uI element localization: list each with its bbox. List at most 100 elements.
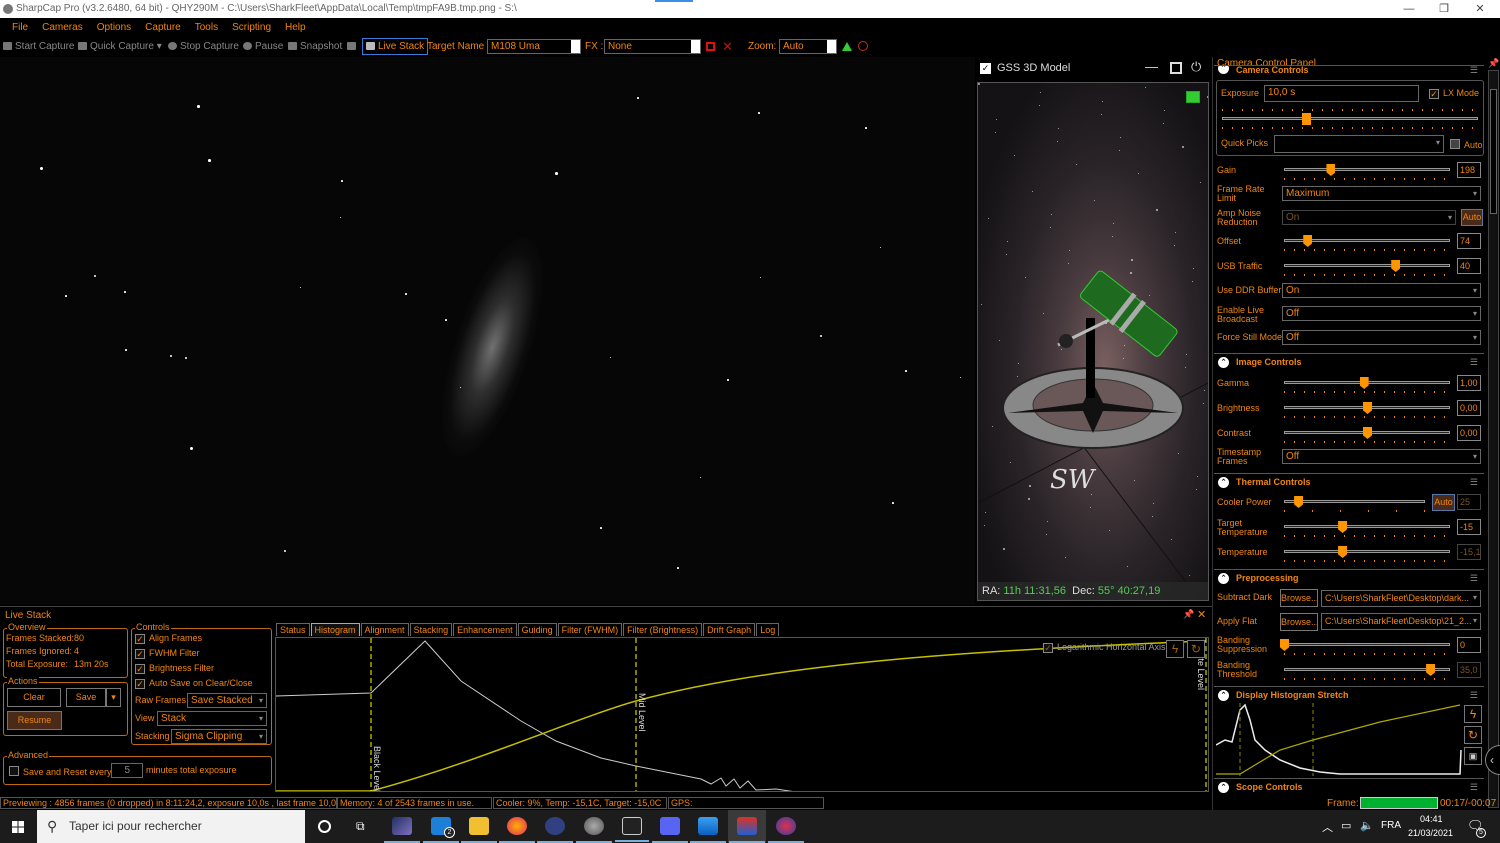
menu-scripting[interactable]: Scripting [225, 18, 278, 37]
resume-button[interactable]: Resume [7, 711, 62, 730]
quick-capture-button[interactable]: Quick Capture ▾ [78, 37, 162, 56]
reset-icon[interactable]: ↻ [1464, 726, 1482, 744]
menu-options[interactable]: Options [90, 18, 138, 37]
minimize-icon[interactable]: — [1145, 59, 1158, 74]
volume-icon[interactable]: 🔈 [1360, 819, 1374, 832]
section-camera-controls[interactable]: ⌃ Camera Controls ☰ [1214, 65, 1484, 75]
minimize-button[interactable]: — [1394, 0, 1424, 18]
mount-3d-view[interactable]: SW RA: 11h 11:31,56 Dec: 55° 40:27,19 [977, 82, 1209, 601]
collapse-icon[interactable]: ⌃ [1218, 357, 1229, 368]
menu-icon[interactable]: ☰ [1470, 474, 1478, 490]
target-temperature-slider[interactable] [1284, 521, 1450, 537]
quick-picks-select[interactable] [1274, 135, 1444, 153]
menu-icon[interactable]: ☰ [1470, 687, 1478, 703]
tab-status[interactable]: Status [276, 623, 310, 636]
clock-time[interactable]: 04:41 [1420, 814, 1443, 824]
amp-noise-select[interactable]: On [1282, 210, 1456, 225]
tab-guiding[interactable]: Guiding [517, 623, 557, 636]
checkbox[interactable]: ✓ [135, 664, 145, 674]
slider-thumb[interactable] [1302, 113, 1312, 125]
force-still-select[interactable]: Off [1282, 330, 1481, 345]
brightness-value[interactable]: 0,00 [1457, 400, 1481, 416]
dark-browse-button[interactable]: Browse... [1280, 589, 1318, 607]
reset-icon[interactable]: ↻ [1187, 640, 1205, 658]
cooler-auto-button[interactable]: Auto [1432, 494, 1455, 511]
network-icon[interactable]: ▭ [1341, 819, 1351, 832]
stellarium-icon[interactable] [384, 817, 420, 843]
fwhm-filter-checkbox[interactable]: ✓ FWHM Filter [135, 649, 200, 659]
display-icon[interactable] [347, 37, 359, 56]
histogram-icon[interactable] [842, 42, 852, 51]
slider-thumb[interactable] [1338, 521, 1348, 533]
offset-slider[interactable] [1284, 235, 1450, 251]
slider-thumb[interactable] [1426, 664, 1436, 676]
banding-threshold-slider[interactable] [1284, 664, 1450, 680]
auto-checkbox[interactable]: Auto [1450, 139, 1483, 150]
usb-traffic-value[interactable]: 40 [1457, 258, 1481, 274]
checkbox[interactable] [9, 766, 19, 776]
lx-mode-checkbox[interactable]: ✓ LX Mode [1429, 89, 1479, 99]
mail-icon[interactable]: 2 [423, 817, 459, 843]
banding-suppression-slider[interactable] [1280, 639, 1450, 655]
tab-enhancement[interactable]: Enhancement [453, 623, 517, 636]
brightness-slider[interactable] [1284, 402, 1450, 418]
stop-capture-button[interactable]: Stop Capture [168, 37, 239, 56]
sharpcap-taskbar-active[interactable] [728, 810, 766, 843]
target-temperature-value[interactable]: -15 [1457, 519, 1481, 535]
slider-thumb[interactable] [1294, 496, 1304, 508]
gamma-value[interactable]: 1,00 [1457, 375, 1481, 391]
slider-thumb[interactable] [1359, 377, 1369, 389]
collapse-icon[interactable]: ⌃ [1218, 66, 1229, 74]
tab-filter-fwhm[interactable]: Filter (FWHM) [557, 623, 623, 636]
section-histogram-stretch[interactable]: ⌃ Display Histogram Stretch ☰ [1214, 686, 1484, 702]
menu-icon[interactable]: ☰ [1470, 66, 1478, 75]
tab-stacking[interactable]: Stacking [409, 623, 453, 636]
stacking-select[interactable]: Sigma Clipping [171, 729, 267, 744]
flat-browse-button[interactable]: Browse... [1280, 613, 1318, 631]
slider-thumb[interactable] [1303, 235, 1313, 247]
start-capture-button[interactable]: Start Capture [3, 37, 74, 56]
brightness-filter-checkbox[interactable]: ✓ Brightness Filter [135, 664, 214, 674]
save-dropdown-icon[interactable]: ▾ [106, 688, 121, 707]
collapse-icon[interactable]: ⌃ [1218, 782, 1229, 793]
amp-noise-auto-button[interactable]: Auto [1461, 209, 1483, 226]
menu-icon[interactable]: ☰ [1470, 570, 1478, 586]
image-preview[interactable] [0, 57, 975, 605]
menu-file[interactable]: File [5, 18, 35, 37]
photos-icon[interactable] [690, 817, 726, 843]
frame-rate-select[interactable]: Maximum [1282, 186, 1481, 201]
auto-stretch-icon[interactable]: ϟ [1464, 705, 1482, 723]
planet-app-icon[interactable] [576, 817, 612, 843]
target-name-input[interactable]: M108 Uma [487, 39, 581, 54]
cross-icon[interactable]: ✕ [722, 37, 733, 56]
task-view-icon[interactable]: ⧉ [356, 819, 365, 834]
screenshot-icon[interactable] [1186, 91, 1200, 103]
slider-thumb[interactable] [1363, 402, 1372, 414]
display-histogram[interactable] [1216, 703, 1464, 776]
save-button[interactable]: Save [66, 688, 106, 707]
panel-scrollbar[interactable] [1488, 70, 1499, 808]
checkbox[interactable] [1450, 139, 1460, 149]
close-icon[interactable]: ✕ [1197, 608, 1206, 621]
snapshot-button[interactable]: Snapshot [288, 37, 342, 56]
auto-save-checkbox[interactable]: ✓ Auto Save on Clear/Close [135, 679, 253, 689]
align-frames-checkbox[interactable]: ✓ Align Frames [135, 634, 202, 644]
slider-thumb[interactable] [1338, 546, 1348, 558]
clear-button[interactable]: Clear [7, 688, 61, 707]
zoom-select[interactable]: Auto [779, 39, 837, 54]
save-reset-spinner[interactable]: 5 [111, 763, 143, 778]
ddr-buffer-select[interactable]: On [1282, 283, 1481, 298]
gain-value[interactable]: 198 [1457, 162, 1481, 178]
view-select[interactable]: Stack [157, 711, 267, 726]
gain-slider[interactable] [1284, 164, 1450, 180]
clock-date[interactable]: 21/03/2021 [1408, 828, 1453, 838]
menu-icon[interactable]: ☰ [1470, 354, 1478, 370]
menu-help[interactable]: Help [278, 18, 313, 37]
menu-capture[interactable]: Capture [138, 18, 188, 37]
collapse-icon[interactable]: ⌃ [1218, 573, 1229, 584]
tab-log[interactable]: Log [756, 623, 780, 636]
save-reset-checkbox[interactable]: Save and Reset every [9, 766, 112, 777]
checkbox[interactable]: ✓ [135, 649, 145, 659]
record-icon[interactable] [706, 42, 715, 51]
section-preprocessing[interactable]: ⌃ Preprocessing ☰ [1214, 569, 1484, 585]
